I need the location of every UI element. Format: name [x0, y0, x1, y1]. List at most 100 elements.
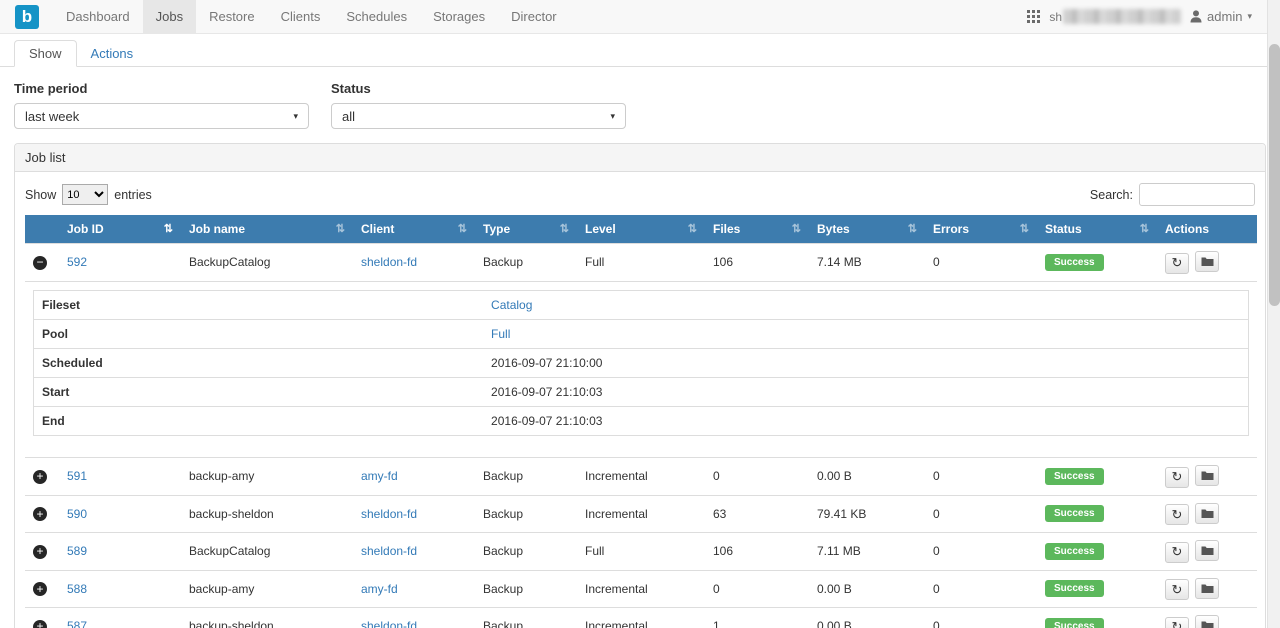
- time-period-value: last week: [25, 109, 79, 124]
- nav-item-label: Schedules: [346, 9, 407, 24]
- header-job-name[interactable]: ⇅Job name: [181, 215, 353, 244]
- expand-row-button[interactable]: +: [33, 582, 47, 596]
- restart-job-button[interactable]: ↻: [1165, 253, 1189, 274]
- time-period-filter: Time period last week ▾: [14, 81, 309, 129]
- entries-label: entries: [114, 188, 152, 202]
- status-filter: Status all ▾: [331, 81, 626, 129]
- job-bytes: 79.41 KB: [817, 507, 866, 521]
- restart-job-button[interactable]: ↻: [1165, 617, 1189, 628]
- detail-value: 2016-09-07 21:10:00: [491, 356, 602, 370]
- header-label: Client: [361, 222, 394, 236]
- job-level: Incremental: [585, 582, 648, 596]
- job-id-link[interactable]: 590: [67, 507, 87, 521]
- folder-icon: [1201, 256, 1214, 267]
- table-row: + 587 backup-sheldon sheldon-fd Backup I…: [25, 608, 1257, 628]
- sort-icon: ⇅: [1020, 222, 1029, 235]
- search-label: Search:: [1090, 188, 1133, 202]
- job-level: Incremental: [585, 469, 648, 483]
- nav-item-dashboard[interactable]: Dashboard: [53, 0, 143, 33]
- job-files-button[interactable]: [1195, 540, 1219, 561]
- entries-select[interactable]: 10: [62, 184, 108, 205]
- status-select[interactable]: all ▾: [331, 103, 626, 129]
- status-value: all: [342, 109, 355, 124]
- client-link[interactable]: sheldon-fd: [361, 619, 417, 628]
- pool-link[interactable]: Full: [491, 327, 510, 341]
- client-link[interactable]: amy-fd: [361, 582, 398, 596]
- nav-item-jobs[interactable]: Jobs: [143, 0, 196, 33]
- job-id-link[interactable]: 591: [67, 469, 87, 483]
- job-files-button[interactable]: [1195, 465, 1219, 486]
- time-period-select[interactable]: last week ▾: [14, 103, 309, 129]
- restart-job-button[interactable]: ↻: [1165, 579, 1189, 600]
- client-link[interactable]: sheldon-fd: [361, 507, 417, 521]
- tab-actions[interactable]: Actions: [77, 41, 148, 66]
- host-grid-icon[interactable]: [1027, 10, 1040, 23]
- sort-icon: ⇅: [792, 222, 801, 235]
- blurred-hostname: [1063, 9, 1181, 24]
- sort-icon: ⇅: [560, 222, 569, 235]
- nav-item-director[interactable]: Director: [498, 0, 570, 33]
- job-id-link[interactable]: 589: [67, 544, 87, 558]
- chevron-down-icon: ▾: [610, 111, 615, 122]
- tab-show[interactable]: Show: [14, 40, 77, 67]
- nav-item-storages[interactable]: Storages: [420, 0, 498, 33]
- expand-row-button[interactable]: +: [33, 470, 47, 484]
- header-job-id[interactable]: ⇅Job ID: [59, 215, 181, 244]
- scrollbar-thumb[interactable]: [1269, 44, 1280, 306]
- user-menu[interactable]: admin ▾: [1190, 9, 1252, 24]
- job-files: 106: [713, 544, 733, 558]
- chevron-down-icon: ▾: [293, 111, 298, 122]
- job-files-button[interactable]: [1195, 615, 1219, 628]
- restart-job-button[interactable]: ↻: [1165, 542, 1189, 563]
- job-id-link[interactable]: 587: [67, 619, 87, 628]
- header-status[interactable]: ⇅Status: [1037, 215, 1157, 244]
- host-name-prefix: sh: [1049, 10, 1062, 24]
- job-id-link[interactable]: 588: [67, 582, 87, 596]
- restart-job-button[interactable]: ↻: [1165, 504, 1189, 525]
- search-input[interactable]: [1139, 183, 1255, 206]
- header-level[interactable]: ⇅Level: [577, 215, 705, 244]
- header-files[interactable]: ⇅Files: [705, 215, 809, 244]
- header-type[interactable]: ⇅Type: [475, 215, 577, 244]
- app-logo-letter: b: [22, 7, 32, 27]
- fileset-link[interactable]: Catalog: [491, 298, 532, 312]
- collapse-row-button[interactable]: −: [33, 256, 47, 270]
- expand-row-button[interactable]: +: [33, 620, 47, 628]
- detail-label: Start: [34, 377, 484, 406]
- client-link[interactable]: amy-fd: [361, 469, 398, 483]
- nav-item-clients[interactable]: Clients: [268, 0, 334, 33]
- header-bytes[interactable]: ⇅Bytes: [809, 215, 925, 244]
- job-bytes: 7.11 MB: [817, 544, 861, 558]
- client-link[interactable]: sheldon-fd: [361, 255, 417, 269]
- restart-job-button[interactable]: ↻: [1165, 467, 1189, 488]
- job-files-button[interactable]: [1195, 251, 1219, 272]
- status-badge: Success: [1045, 618, 1104, 628]
- status-badge: Success: [1045, 254, 1104, 271]
- job-id-link[interactable]: 592: [67, 255, 87, 269]
- nav-item-label: Director: [511, 9, 557, 24]
- expand-row-button[interactable]: +: [33, 507, 47, 521]
- folder-icon: [1201, 508, 1214, 519]
- nav-item-label: Jobs: [156, 9, 183, 24]
- header-errors[interactable]: ⇅Errors: [925, 215, 1037, 244]
- job-name: backup-sheldon: [189, 619, 274, 628]
- expand-row-button[interactable]: +: [33, 545, 47, 559]
- detail-value: 2016-09-07 21:10:03: [491, 414, 602, 428]
- app-logo[interactable]: b: [15, 5, 39, 29]
- client-link[interactable]: sheldon-fd: [361, 544, 417, 558]
- job-name: BackupCatalog: [189, 544, 270, 558]
- job-files-button[interactable]: [1195, 578, 1219, 599]
- nav-item-label: Restore: [209, 9, 255, 24]
- restart-icon: ↻: [1172, 255, 1183, 271]
- nav-item-restore[interactable]: Restore: [196, 0, 268, 33]
- nav-item-schedules[interactable]: Schedules: [333, 0, 420, 33]
- job-name: backup-amy: [189, 469, 254, 483]
- header-client[interactable]: ⇅Client: [353, 215, 475, 244]
- host-selector[interactable]: sh: [1049, 9, 1181, 24]
- vertical-scrollbar[interactable]: [1267, 0, 1280, 628]
- job-errors: 0: [933, 619, 940, 628]
- detail-label: Pool: [34, 319, 484, 348]
- job-files-button[interactable]: [1195, 503, 1219, 524]
- restart-icon: ↻: [1172, 469, 1183, 485]
- job-files: 1: [713, 619, 720, 628]
